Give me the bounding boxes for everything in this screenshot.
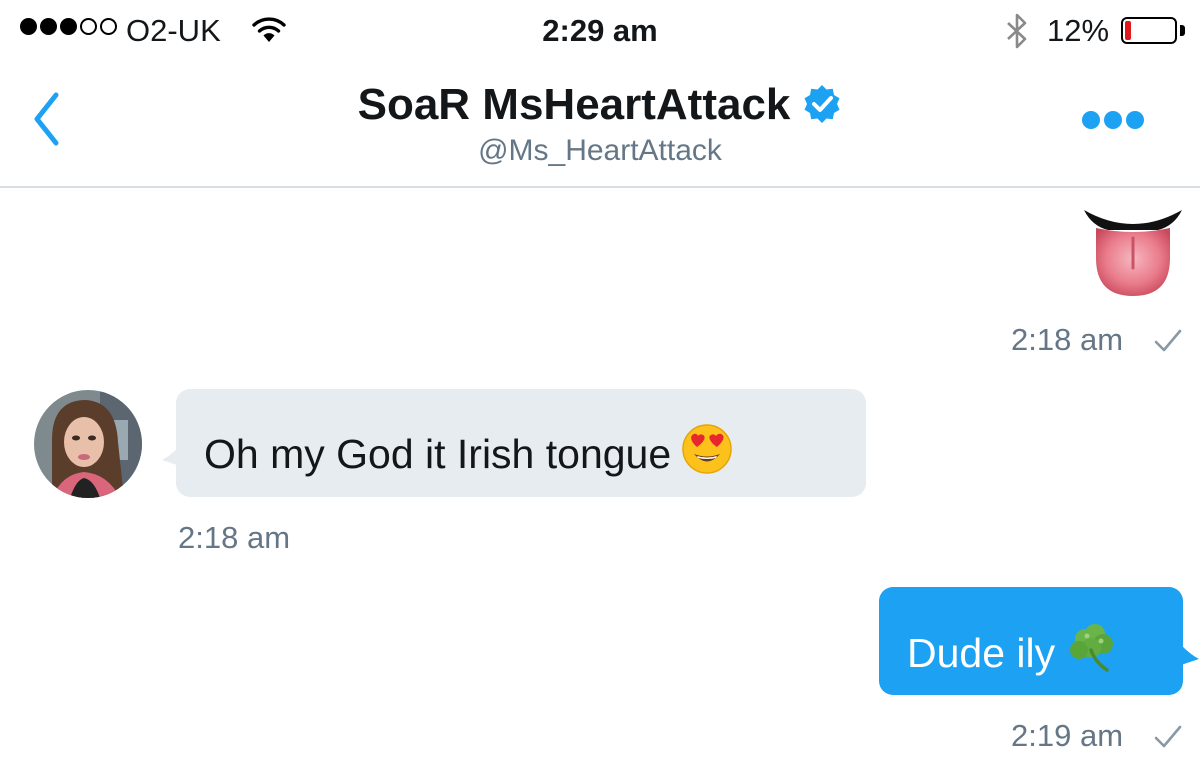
- battery-level-fill: [1125, 21, 1131, 40]
- more-options-icon[interactable]: [1082, 111, 1144, 129]
- outgoing-bubble-tail: [1181, 645, 1200, 670]
- checkmark-icon: [1153, 328, 1183, 359]
- dm-conversation-screen: O2-UK 2:29 am 12% SoaR MsHeartAttack @Ms…: [0, 0, 1200, 762]
- battery-icon: [1121, 17, 1177, 44]
- conversation-header: SoaR MsHeartAttack @Ms_HeartAttack: [0, 62, 1200, 188]
- status-bar: O2-UK 2:29 am 12%: [0, 0, 1200, 62]
- shamrock-emoji: [1065, 622, 1121, 684]
- verified-badge-icon: [802, 83, 842, 128]
- battery-nub: [1180, 25, 1185, 36]
- message-content: Dude ily: [907, 622, 1121, 684]
- bluetooth-icon: [1004, 12, 1030, 55]
- message-timestamp: 2:18 am: [178, 520, 291, 555]
- incoming-message-bubble[interactable]: Oh my God it Irish tongue: [176, 389, 866, 497]
- checkmark-icon: [1153, 724, 1183, 755]
- message-content: Oh my God it Irish tongue: [204, 423, 733, 485]
- message-timestamp: 2:18 am: [1011, 322, 1124, 357]
- conversation-title: SoaR MsHeartAttack: [357, 80, 791, 129]
- outgoing-message-bubble[interactable]: Dude ily: [879, 587, 1183, 695]
- conversation-title-row: SoaR MsHeartAttack: [0, 80, 1200, 130]
- conversation-handle: @Ms_HeartAttack: [478, 134, 722, 167]
- sender-avatar[interactable]: [34, 390, 142, 498]
- battery-percentage: 12%: [1047, 13, 1110, 48]
- heart-eyes-emoji: [681, 423, 733, 485]
- message-timestamp: 2:19 am: [1011, 718, 1124, 753]
- message-text: Dude ily: [907, 629, 1056, 676]
- message-text: Oh my God it Irish tongue: [204, 430, 672, 477]
- tongue-emoji: [1082, 206, 1184, 303]
